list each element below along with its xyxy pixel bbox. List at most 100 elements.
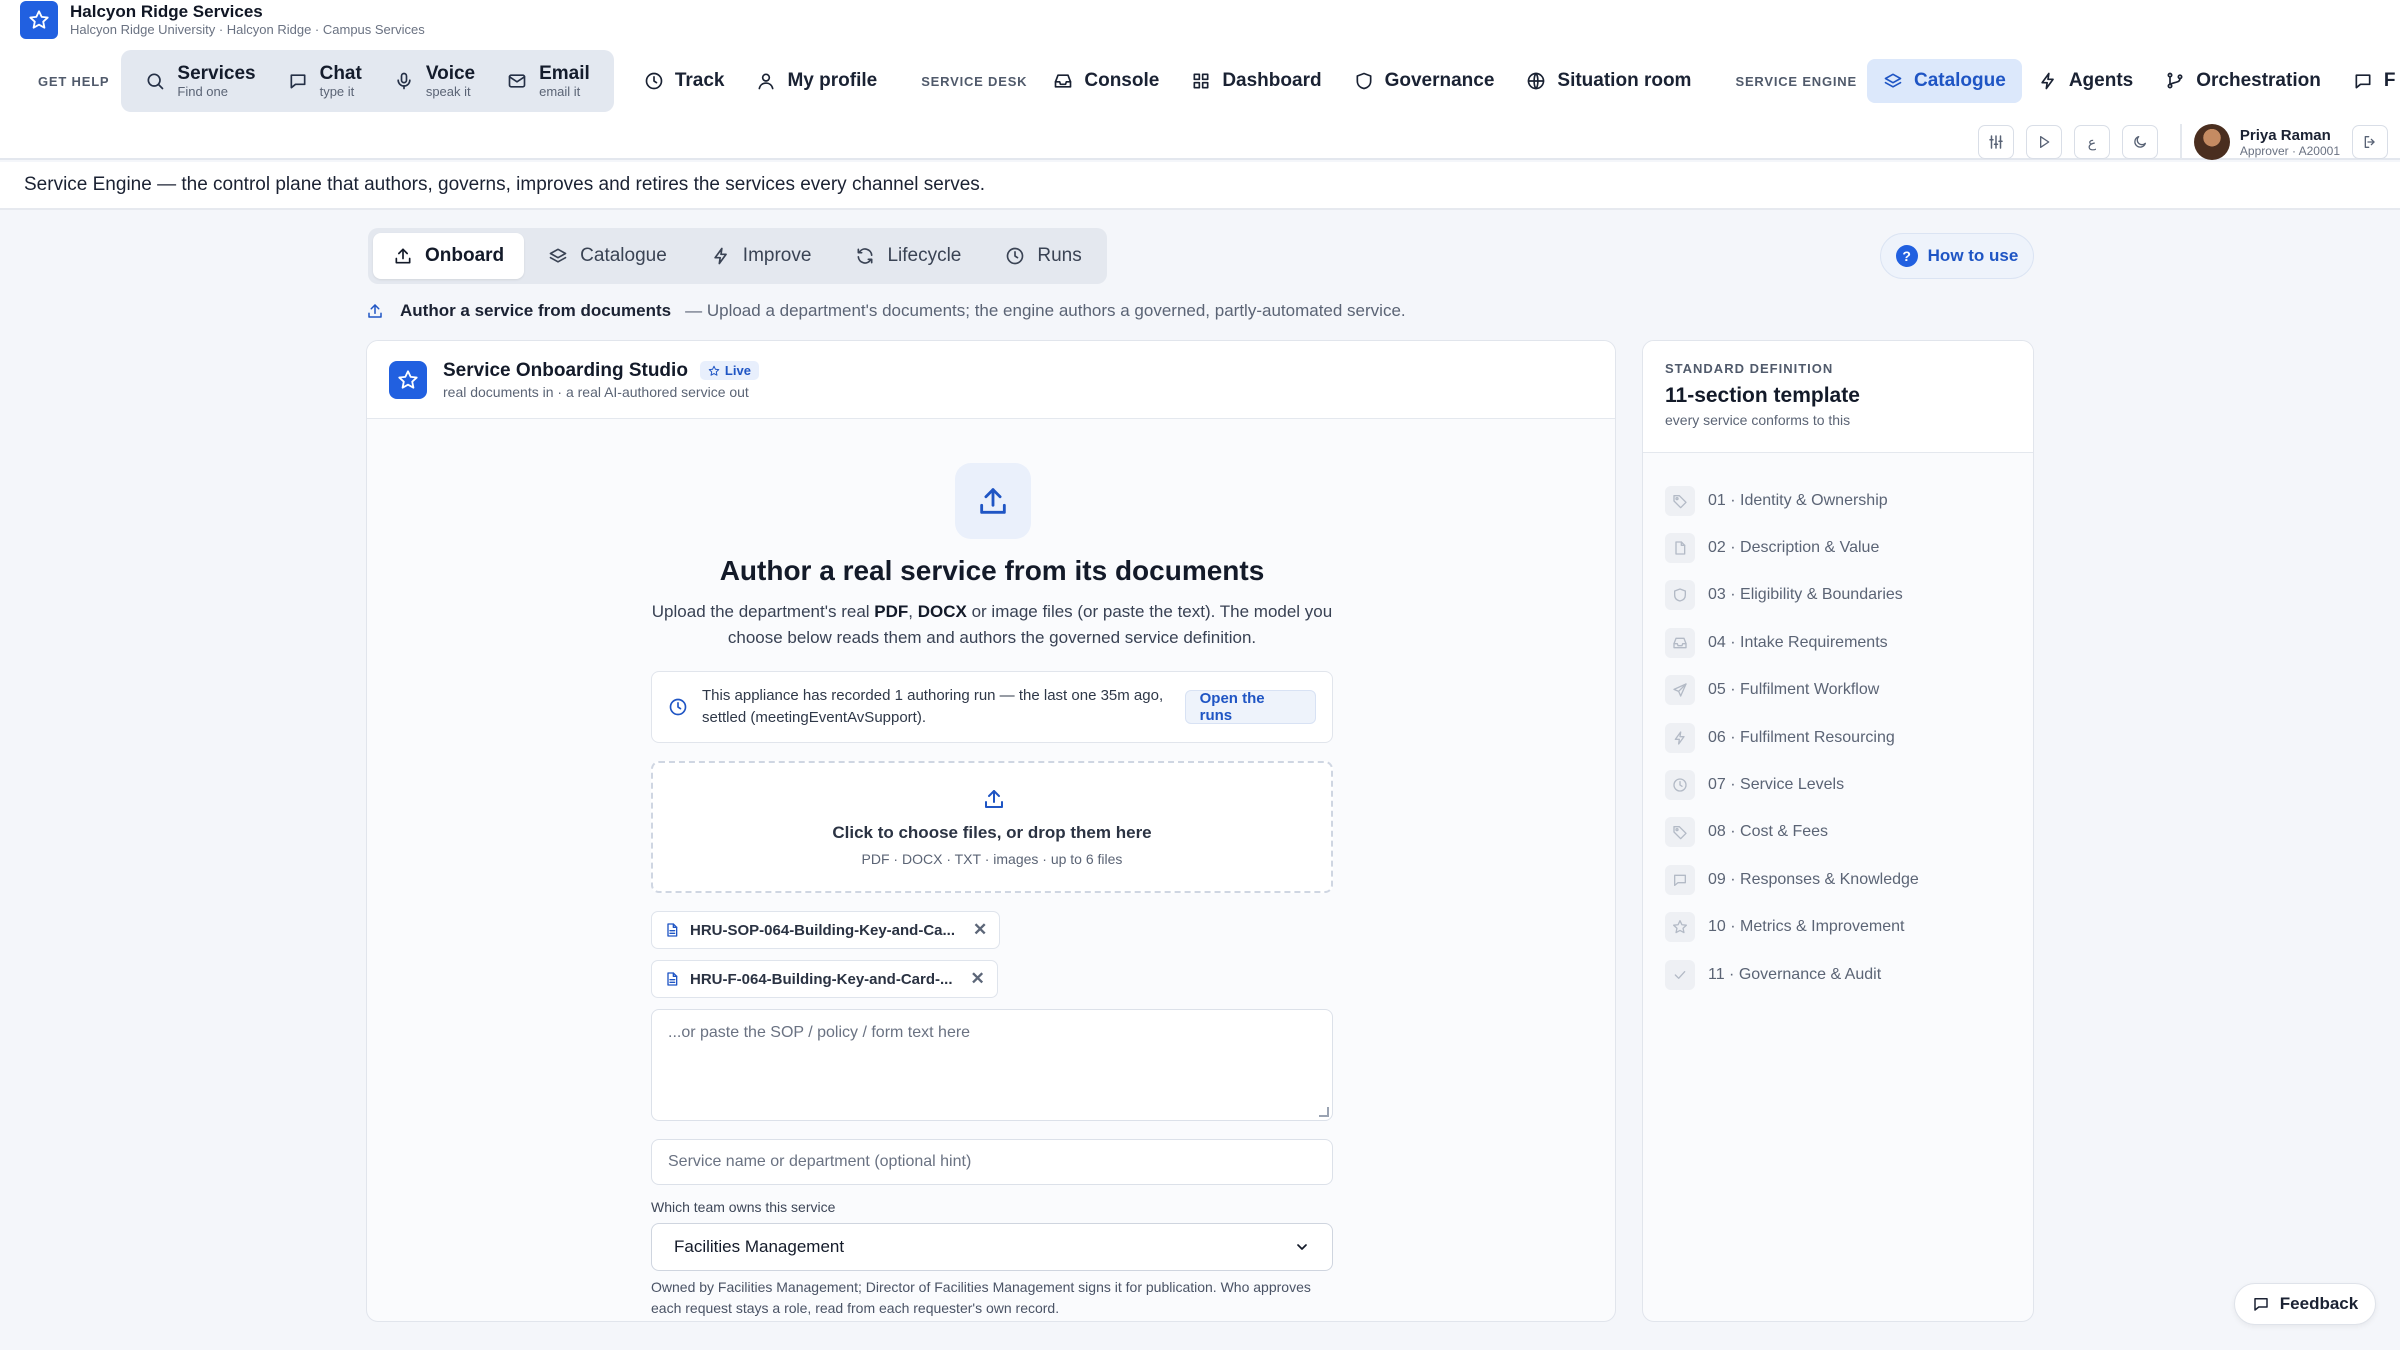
sliders-icon	[1989, 135, 2003, 149]
template-section-label: 08 · Cost & Fees	[1708, 823, 1829, 841]
template-section: 02 · Description & Value	[1665, 524, 1919, 571]
file-name: HRU-SOP-064-Building-Key-and-Ca...	[690, 921, 956, 939]
star-icon	[1665, 912, 1695, 943]
help-email-sub: email it	[539, 83, 581, 99]
user-menu[interactable]: Priya Raman Approver · A20001	[2179, 124, 2340, 160]
tab-catalogue[interactable]: Catalogue	[528, 233, 687, 279]
how-to-use-button[interactable]: ? How to use	[1880, 233, 2034, 279]
upload-icon	[393, 246, 413, 266]
onboarding-studio-card: Service Onboarding Studio Live real docu…	[366, 340, 1616, 1322]
standard-definition-title: 11-section template	[1665, 384, 1860, 407]
tab-catalogue-label: Catalogue	[580, 245, 667, 266]
play-button[interactable]	[2025, 125, 2062, 159]
brand[interactable]: Halcyon Ridge Services Halcyon Ridge Uni…	[20, 0, 425, 40]
remove-file-close-icon[interactable]: ✕	[971, 969, 985, 989]
nav-dashboard[interactable]: Dashboard	[1175, 59, 1337, 103]
upload-icon	[366, 302, 384, 320]
moon-icon	[2134, 136, 2146, 148]
settings-sliders-button[interactable]	[1977, 125, 2014, 159]
user-name: Priya Raman	[2239, 126, 2331, 144]
feedback-button[interactable]: Feedback	[2234, 1283, 2376, 1325]
help-chat-title: Chat	[319, 62, 362, 84]
brand-title: Halcyon Ridge Services	[70, 2, 263, 21]
template-section: 07 · Service Levels	[1665, 761, 1919, 808]
nav-situation-room-label: Situation room	[1557, 70, 1692, 91]
language-button[interactable]: ع	[2073, 125, 2110, 159]
tab-onboard[interactable]: Onboard	[373, 233, 525, 279]
nav-situation-room[interactable]: Situation room	[1510, 59, 1707, 103]
paste-placeholder: ...or paste the SOP / policy / form text…	[668, 1024, 971, 1041]
dark-mode-button[interactable]	[2121, 125, 2158, 159]
nav-orchestration-label: Orchestration	[2196, 70, 2321, 91]
template-section: 03 · Eligibility & Boundaries	[1665, 572, 1919, 619]
nav-overflow-item[interactable]: F	[2337, 59, 2400, 103]
nav-catalogue[interactable]: Catalogue	[1866, 59, 2022, 103]
template-section-label: 07 · Service Levels	[1708, 776, 1845, 794]
owner-team-select[interactable]: Facilities Management	[651, 1223, 1333, 1271]
template-section-label: 06 · Fulfilment Resourcing	[1708, 728, 1895, 746]
clock-icon	[644, 71, 664, 91]
help-circle-icon: ?	[1895, 245, 1918, 267]
clock-icon	[1005, 246, 1025, 266]
chevron-down-icon	[1294, 1239, 1310, 1255]
nav-console[interactable]: Console	[1037, 59, 1175, 103]
nav-governance-label: Governance	[1384, 70, 1495, 91]
template-section-label: 02 · Description & Value	[1708, 539, 1880, 557]
template-section: 11 · Governance & Audit	[1665, 951, 1919, 998]
refresh-icon	[855, 246, 875, 266]
chat-icon	[2353, 71, 2373, 91]
language-glyph: ع	[2087, 133, 2097, 150]
search-icon	[145, 71, 165, 91]
help-channels: Services Find one Chat type it Voice speak …	[121, 50, 614, 112]
help-services[interactable]: Services Find one	[129, 50, 271, 112]
engine-banner: Service Engine — the control plane that …	[0, 162, 2400, 210]
template-section: 04 · Intake Requirements	[1665, 619, 1919, 666]
help-email[interactable]: Email email it	[491, 50, 606, 112]
service-hint-input[interactable]: Service name or department (optional hin…	[651, 1139, 1333, 1185]
template-section-label: 10 · Metrics & Improvement	[1708, 918, 1905, 936]
tab-improve[interactable]: Improve	[691, 233, 832, 279]
help-voice-title: Voice	[425, 62, 476, 84]
nav-orchestration[interactable]: Orchestration	[2149, 59, 2337, 103]
hero-docx: DOCX	[917, 602, 967, 621]
paste-text-area[interactable]: ...or paste the SOP / policy / form text…	[651, 1009, 1333, 1121]
help-voice[interactable]: Voice speak it	[378, 50, 491, 112]
template-section-label: 05 · Fulfilment Workflow	[1708, 681, 1880, 699]
nav-my-profile[interactable]: My profile	[740, 59, 893, 103]
tab-runs[interactable]: Runs	[985, 233, 1101, 279]
nav-dashboard-label: Dashboard	[1222, 70, 1322, 91]
sign-out-button[interactable]	[2352, 125, 2388, 159]
nav-track[interactable]: Track	[628, 59, 741, 103]
chat-icon	[2252, 1295, 2270, 1313]
upload-icon	[982, 787, 1006, 811]
nav-my-profile-label: My profile	[787, 70, 878, 91]
template-section-label: 04 · Intake Requirements	[1708, 633, 1888, 651]
remove-file-close-icon[interactable]: ✕	[973, 920, 987, 940]
file-dropzone[interactable]: Click to choose files, or drop them here…	[651, 761, 1333, 893]
owner-team-label: Which team owns this service	[651, 1199, 836, 1215]
shield-icon	[1665, 580, 1695, 611]
layers-icon	[1883, 71, 1903, 91]
nav-agents[interactable]: Agents	[2022, 59, 2149, 103]
help-services-sub: Find one	[177, 83, 228, 99]
resize-handle[interactable]	[1319, 1107, 1329, 1117]
user-role: Approver · A20001	[2239, 143, 2340, 158]
file-chip: HRU-F-064-Building-Key-and-Card-... ✕	[651, 960, 998, 998]
service-desk-label: SERVICE DESK	[921, 73, 1028, 89]
service-engine-label: SERVICE ENGINE	[1735, 73, 1857, 89]
template-section: 06 · Fulfilment Resourcing	[1665, 714, 1919, 761]
dropzone-subtitle: PDF · DOCX · TXT · images · up to 6 file…	[861, 851, 1123, 867]
tag-icon	[1665, 817, 1695, 848]
hero-desc-part-1: Upload the department's real	[651, 602, 875, 621]
nav-governance[interactable]: Governance	[1338, 59, 1511, 103]
how-to-use-label: How to use	[1927, 246, 2019, 265]
template-section: 08 · Cost & Fees	[1665, 809, 1919, 856]
tab-lifecycle[interactable]: Lifecycle	[835, 233, 981, 279]
owner-team-value: Facilities Management	[674, 1237, 845, 1256]
help-chat[interactable]: Chat type it	[272, 50, 378, 112]
layers-icon	[548, 246, 568, 266]
check-icon	[1665, 959, 1695, 990]
studio-title: Service Onboarding Studio	[443, 359, 688, 381]
studio-header: Service Onboarding Studio Live real docu…	[367, 341, 1615, 419]
open-runs-button[interactable]: Open the runs	[1184, 690, 1316, 724]
